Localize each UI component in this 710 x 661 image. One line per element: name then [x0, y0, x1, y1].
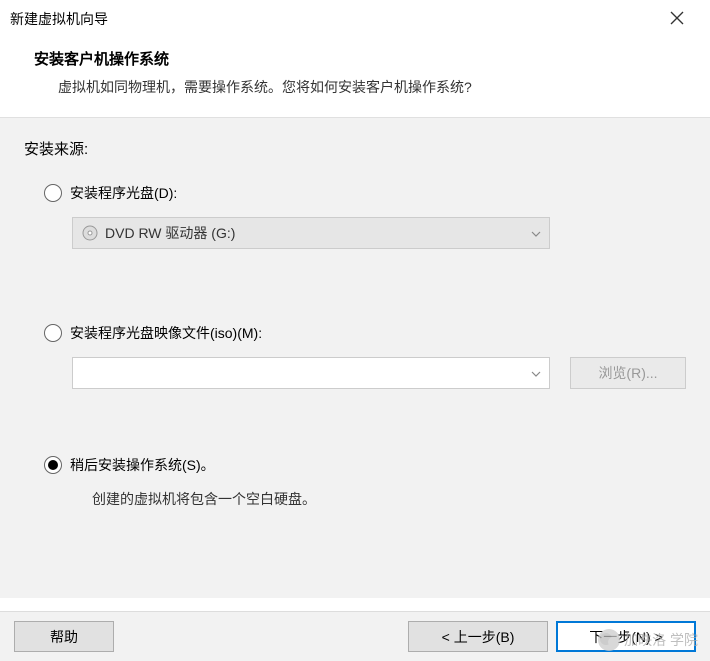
watermark: 加昳洛 学院 — [598, 629, 698, 651]
wizard-header: 安装客户机操作系统 虚拟机如同物理机，需要操作系统。您将如何安装客户机操作系统? — [0, 38, 710, 117]
radio-disc[interactable] — [44, 184, 62, 202]
option-later: 稍后安装操作系统(S)。 创建的虚拟机将包含一个空白硬盘。 — [44, 455, 686, 509]
radio-later[interactable] — [44, 456, 62, 474]
help-button[interactable]: 帮助 — [14, 621, 114, 652]
wizard-footer: 帮助 < 上一步(B) 下一步(N) > 加昳洛 学院 — [0, 611, 710, 661]
close-icon[interactable] — [660, 5, 694, 34]
option-iso: 安装程序光盘映像文件(iso)(M): 浏览(R)... — [44, 323, 686, 389]
option-disc: 安装程序光盘(D): DVD RW 驱动器 (G:) — [44, 183, 686, 249]
radio-iso-label: 安装程序光盘映像文件(iso)(M): — [70, 323, 262, 343]
titlebar: 新建虚拟机向导 — [0, 0, 710, 38]
radio-disc-row[interactable]: 安装程序光盘(D): — [44, 183, 686, 203]
wechat-icon — [598, 629, 620, 651]
install-source-label: 安装来源: — [24, 138, 686, 159]
iso-path-input[interactable] — [72, 357, 550, 389]
page-subtitle: 虚拟机如同物理机，需要操作系统。您将如何安装客户机操作系统? — [58, 77, 710, 97]
radio-iso-row[interactable]: 安装程序光盘映像文件(iso)(M): — [44, 323, 686, 343]
disc-drive-value: DVD RW 驱动器 (G:) — [105, 223, 235, 243]
chevron-down-icon — [531, 226, 541, 240]
later-note: 创建的虚拟机将包含一个空白硬盘。 — [92, 489, 686, 509]
disc-drive-select[interactable]: DVD RW 驱动器 (G:) — [72, 217, 550, 249]
page-title: 安装客户机操作系统 — [34, 48, 710, 69]
window-title: 新建虚拟机向导 — [10, 9, 108, 29]
radio-later-row[interactable]: 稍后安装操作系统(S)。 — [44, 455, 686, 475]
chevron-down-icon — [531, 366, 541, 380]
prev-button[interactable]: < 上一步(B) — [408, 621, 548, 652]
radio-later-label: 稍后安装操作系统(S)。 — [70, 455, 215, 475]
radio-disc-label: 安装程序光盘(D): — [70, 183, 177, 203]
watermark-text: 加昳洛 学院 — [624, 630, 698, 650]
radio-iso[interactable] — [44, 324, 62, 342]
wizard-body: 安装来源: 安装程序光盘(D): DVD RW 驱动器 (G:) 安装程序光盘映… — [0, 118, 710, 598]
disc-icon — [81, 224, 99, 242]
browse-button[interactable]: 浏览(R)... — [570, 357, 686, 389]
